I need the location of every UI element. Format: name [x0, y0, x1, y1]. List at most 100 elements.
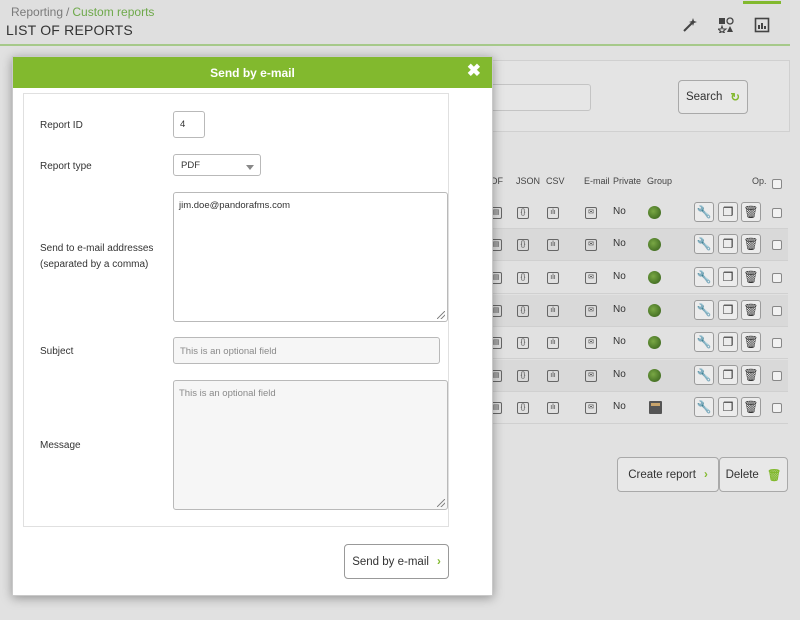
breadcrumb-root[interactable]: Reporting: [11, 5, 63, 19]
edit-wrench-icon[interactable]: 🔧: [694, 267, 714, 287]
emails-textarea[interactable]: jim.doe@pandorafms.com: [173, 192, 448, 322]
row-checkbox[interactable]: [772, 403, 782, 413]
report-id-label: Report ID: [40, 120, 83, 131]
duplicate-icon[interactable]: ❐: [718, 332, 738, 352]
table-row: ▤{} ılı ✉ No 🔧 ❐ 🗑: [480, 262, 788, 294]
edit-wrench-icon[interactable]: 🔧: [694, 397, 714, 417]
globe-icon: [648, 369, 661, 382]
csv-icon[interactable]: ılı: [547, 207, 559, 219]
csv-icon[interactable]: ılı: [547, 239, 559, 251]
table-row: ▤{} ılı ✉ No 🔧 ❐ 🗑: [480, 229, 788, 261]
breadcrumb-current[interactable]: Custom reports: [72, 5, 154, 19]
csv-icon[interactable]: ılı: [547, 272, 559, 284]
row-checkbox[interactable]: [772, 240, 782, 250]
chevron-right-icon: ›: [703, 468, 708, 481]
private-value: No: [613, 304, 626, 315]
shapes-icon[interactable]: [715, 14, 737, 36]
wizard-icon[interactable]: [678, 14, 700, 36]
trash-icon[interactable]: 🗑: [741, 234, 761, 254]
private-value: No: [613, 271, 626, 282]
email-icon[interactable]: ✉: [585, 239, 597, 251]
resize-handle-icon[interactable]: [437, 499, 445, 507]
csv-icon[interactable]: ılı: [547, 370, 559, 382]
col-json: JSON: [516, 176, 541, 186]
subject-label: Subject: [40, 346, 74, 357]
dialog-title: Send by e-mail: [210, 65, 295, 80]
report-id-field[interactable]: 4: [173, 111, 205, 138]
email-icon[interactable]: ✉: [585, 337, 597, 349]
edit-wrench-icon[interactable]: 🔧: [694, 365, 714, 385]
private-value: No: [613, 206, 626, 217]
trash-icon[interactable]: 🗑: [741, 202, 761, 222]
csv-icon[interactable]: ılı: [547, 402, 559, 414]
page-title: LIST OF REPORTS: [6, 22, 133, 38]
globe-icon: [648, 304, 661, 317]
table-row: ▤{} ılı ✉ No 🔧 ❐ 🗑: [480, 392, 788, 424]
chevron-down-icon: [246, 165, 254, 170]
edit-wrench-icon[interactable]: 🔧: [694, 332, 714, 352]
duplicate-icon[interactable]: ❐: [718, 300, 738, 320]
duplicate-icon[interactable]: ❐: [718, 397, 738, 417]
report-view-icon[interactable]: [751, 14, 773, 36]
trash-icon[interactable]: 🗑: [741, 397, 761, 417]
email-icon[interactable]: ✉: [585, 207, 597, 219]
table-row: ▤{} ılı ✉ No 🔧 ❐ 🗑: [480, 197, 788, 229]
json-icon[interactable]: {}: [517, 337, 529, 349]
trash-icon[interactable]: 🗑: [741, 300, 761, 320]
email-icon[interactable]: ✉: [585, 370, 597, 382]
report-type-select[interactable]: PDF: [173, 154, 261, 176]
send-email-button[interactable]: Send by e-mail ›: [344, 544, 449, 579]
send-email-dialog: Send by e-mail ✖ Report ID 4 Report type…: [12, 56, 493, 596]
col-private: Private: [613, 176, 642, 186]
col-csv: CSV: [546, 176, 565, 186]
email-icon[interactable]: ✉: [585, 402, 597, 414]
duplicate-icon[interactable]: ❐: [718, 234, 738, 254]
csv-icon[interactable]: ılı: [547, 337, 559, 349]
close-icon[interactable]: ✖: [467, 61, 481, 81]
row-checkbox[interactable]: [772, 338, 782, 348]
row-checkbox[interactable]: [772, 306, 782, 316]
globe-icon: [648, 271, 661, 284]
json-icon[interactable]: {}: [517, 272, 529, 284]
row-checkbox[interactable]: [772, 208, 782, 218]
resize-handle-icon[interactable]: [437, 311, 445, 319]
row-checkbox[interactable]: [772, 371, 782, 381]
chevron-right-icon: ›: [436, 555, 441, 568]
search-input[interactable]: [488, 84, 591, 111]
json-icon[interactable]: {}: [517, 370, 529, 382]
create-report-button[interactable]: Create report ›: [617, 457, 719, 492]
table-row: ▤{} ılı ✉ No 🔧 ❐ 🗑: [480, 360, 788, 392]
edit-wrench-icon[interactable]: 🔧: [694, 202, 714, 222]
delete-button[interactable]: Delete 🗑: [719, 457, 788, 492]
duplicate-icon[interactable]: ❐: [718, 267, 738, 287]
private-value: No: [613, 336, 626, 347]
row-checkbox[interactable]: [772, 273, 782, 283]
trash-icon[interactable]: 🗑: [741, 332, 761, 352]
email-icon[interactable]: ✉: [585, 305, 597, 317]
json-icon[interactable]: {}: [517, 239, 529, 251]
message-textarea[interactable]: This is an optional field: [173, 380, 448, 510]
select-all-checkbox[interactable]: [772, 179, 782, 189]
subject-input[interactable]: This is an optional field: [173, 337, 440, 364]
globe-icon: [648, 238, 661, 251]
json-icon[interactable]: {}: [517, 305, 529, 317]
dialog-header: Send by e-mail ✖: [13, 57, 492, 88]
edit-wrench-icon[interactable]: 🔧: [694, 234, 714, 254]
search-button[interactable]: Search ↻: [678, 80, 748, 114]
email-form: Report ID 4 Report type PDF Send to e-ma…: [23, 93, 449, 527]
duplicate-icon[interactable]: ❐: [718, 202, 738, 222]
email-icon[interactable]: ✉: [585, 272, 597, 284]
private-value: No: [613, 238, 626, 249]
json-icon[interactable]: {}: [517, 207, 529, 219]
trash-icon[interactable]: 🗑: [741, 365, 761, 385]
calculator-icon: [649, 401, 662, 414]
active-tab-indicator: [743, 1, 781, 4]
trash-icon[interactable]: 🗑: [741, 267, 761, 287]
duplicate-icon[interactable]: ❐: [718, 365, 738, 385]
table-row: ▤{} ılı ✉ No 🔧 ❐ 🗑: [480, 327, 788, 359]
csv-icon[interactable]: ılı: [547, 305, 559, 317]
report-type-label: Report type: [40, 161, 92, 172]
json-icon[interactable]: {}: [517, 402, 529, 414]
globe-icon: [648, 206, 661, 219]
edit-wrench-icon[interactable]: 🔧: [694, 300, 714, 320]
